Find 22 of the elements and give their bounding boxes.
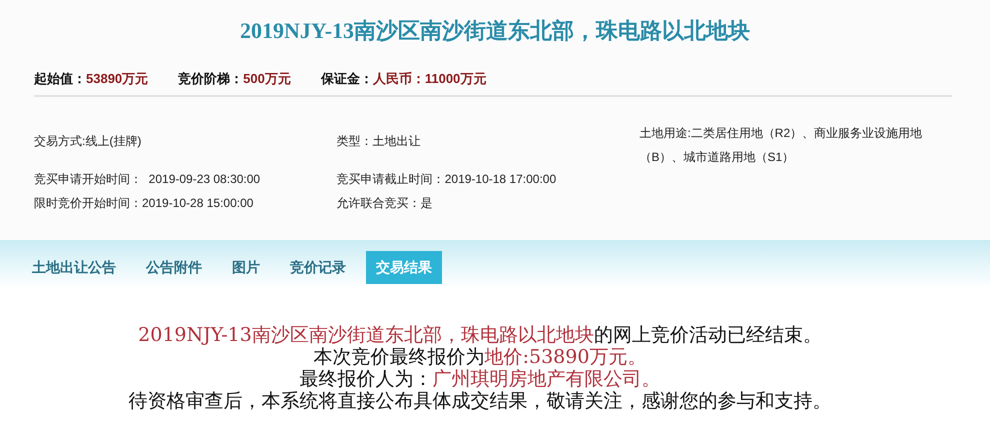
detail-text: 交易方式:线上(挂牌)	[34, 132, 142, 148]
tab[interactable]: 公告附件	[136, 250, 212, 284]
tab[interactable]: 图片	[222, 250, 270, 284]
detail-text: 竞买申请截止时间：2019-10-18 17:00:00	[336, 170, 556, 186]
field-value: 500万元	[243, 70, 291, 88]
land-use-text: 土地用途:二类居住用地（R2）、商业服务业设施用地（B）、城市道路用地（S1）	[639, 124, 924, 166]
result-text: 待资格审查后，本系统将直接公布具体成交结果，敬请关注，感谢您的参与和支持。	[128, 390, 832, 412]
tab[interactable]: 竞价记录	[280, 250, 356, 284]
field-value: 53890万元	[86, 70, 148, 88]
detail-text: 允许联合竞买：是	[336, 194, 433, 210]
result-text: 2019NJY-13南沙区南沙街道东北部，珠电路以北地块的网上竞价活动已经结束。	[138, 324, 822, 346]
detail-text: 类型：土地出让	[336, 132, 421, 148]
result-text: 本次竞价最终报价为地价:53890万元。	[314, 346, 646, 368]
detail-text: 限时竞价开始时间：2019-10-28 15:00:00	[34, 194, 254, 210]
field-label: 保证金：	[320, 70, 373, 88]
tab[interactable]: 土地出让公告	[22, 250, 126, 284]
page-title: 2019NJY-13南沙区南沙街道东北部，珠电路以北地块	[240, 17, 750, 45]
detail-text: 竞买申请开始时间： 2019-09-23 08:30:00	[34, 170, 260, 186]
result-text: 最终报价人为：广州琪明房地产有限公司。	[300, 368, 660, 390]
field-label: 起始值：	[34, 70, 86, 88]
field-value: 人民币：11000万元	[372, 70, 486, 88]
field-label: 竞价阶梯：	[178, 70, 244, 88]
